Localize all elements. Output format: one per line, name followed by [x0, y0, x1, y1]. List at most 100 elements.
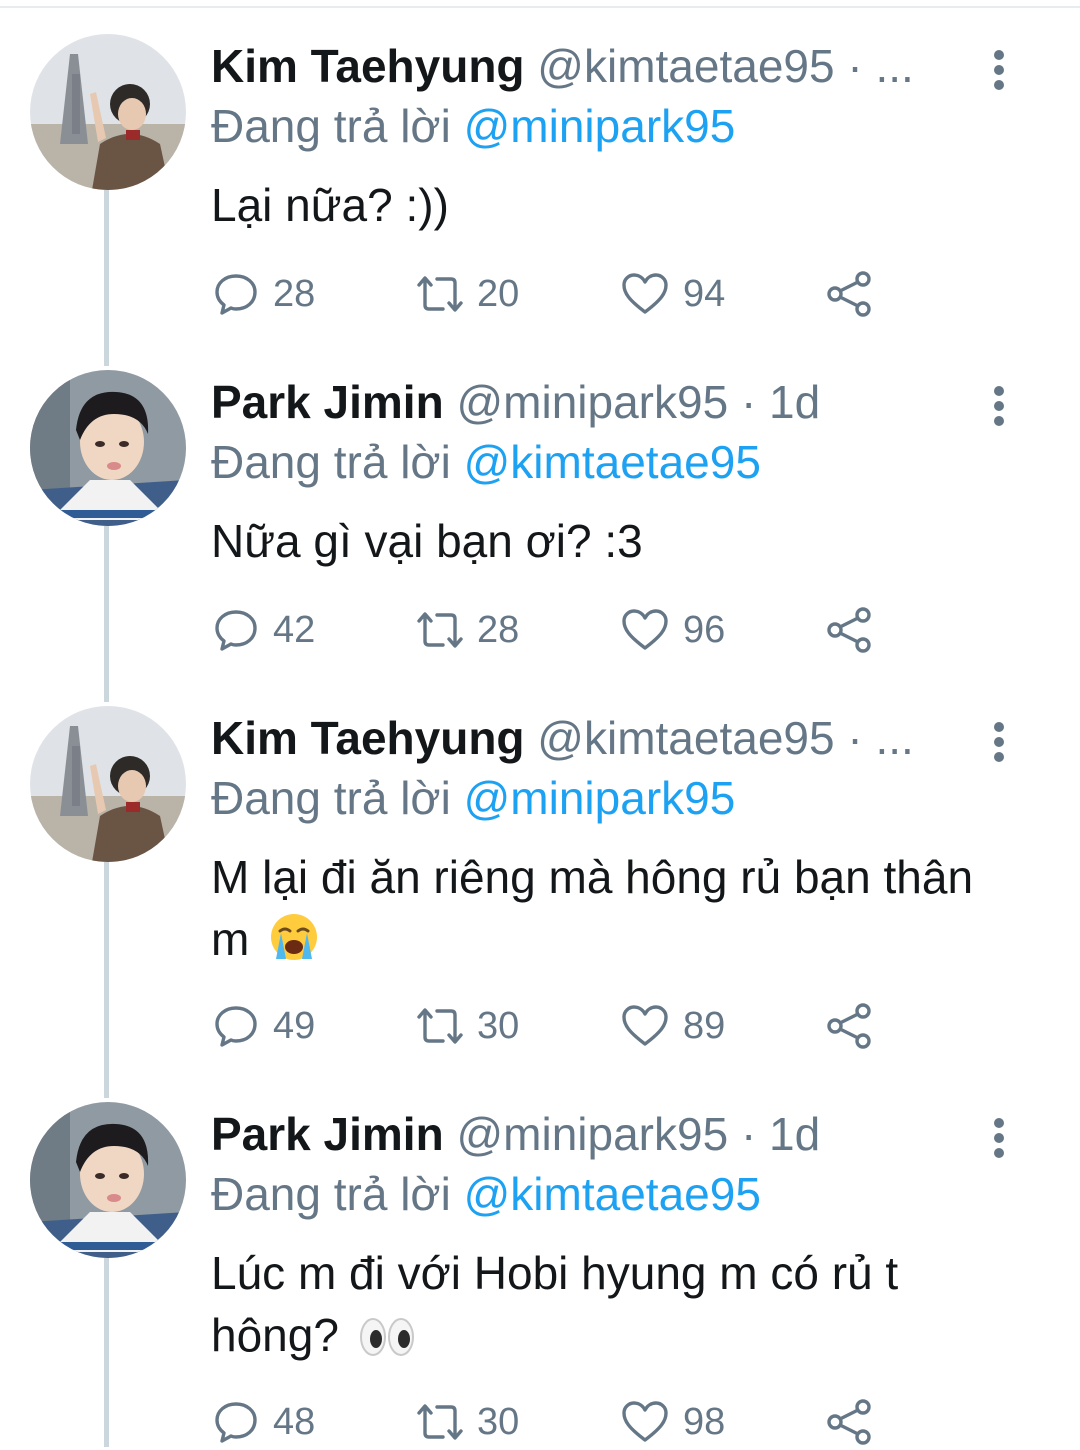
heart-icon	[622, 1005, 668, 1046]
heart-icon	[622, 273, 668, 314]
author-handle[interactable]: @minipark95	[456, 376, 728, 428]
replying-to-label: Đang trả lời	[211, 436, 451, 488]
tweet[interactable]: Park Jimin @minipark95 · 1d Đang trả lời…	[0, 370, 1080, 690]
tweet-actions: 28 20 94	[211, 266, 911, 322]
reply-mention-link[interactable]: @kimtaetae95	[464, 1168, 761, 1220]
avatar[interactable]	[30, 370, 186, 526]
reply-button[interactable]: 49	[213, 998, 315, 1054]
tweet-text-content: Lúc m đi với Hobi hyung m có rủ t hông?	[211, 1247, 899, 1361]
tweet[interactable]: Kim Taehyung @kimtaetae95 · ... Đang trả…	[0, 706, 1080, 1086]
separator-dot: ·	[740, 376, 757, 428]
timestamp[interactable]: 1d	[769, 1108, 820, 1160]
share-button[interactable]	[825, 602, 875, 658]
retweet-count: 30	[477, 1400, 520, 1443]
author-name[interactable]: Kim Taehyung	[211, 40, 525, 92]
replying-to: Đang trả lời @kimtaetae95	[211, 1166, 761, 1222]
avatar[interactable]	[30, 706, 186, 862]
like-button[interactable]: 96	[621, 602, 725, 658]
retweet-button[interactable]: 30	[413, 998, 519, 1054]
reply-button[interactable]: 48	[213, 1394, 315, 1450]
tweet-actions: 48 30 98	[211, 1394, 911, 1450]
tweet-text-content: Lại nữa? :))	[211, 179, 449, 231]
like-count: 89	[683, 1004, 726, 1047]
more-options-icon[interactable]	[984, 378, 1014, 434]
reply-mention-link[interactable]: @minipark95	[464, 100, 736, 152]
loudly-crying-face-icon	[268, 911, 320, 978]
reply-icon	[215, 1402, 257, 1443]
tweet-header: Park Jimin @minipark95 · 1d	[211, 374, 951, 430]
reply-count: 48	[273, 1400, 316, 1443]
author-handle[interactable]: @minipark95	[456, 1108, 728, 1160]
tweet-text: M lại đi ăn riêng mà hông rủ bạn thân m	[211, 846, 991, 978]
tweet-text-content: Nữa gì vại bạn ơi? :3	[211, 515, 643, 567]
top-divider	[0, 6, 1080, 8]
reply-mention-link[interactable]: @minipark95	[464, 772, 736, 824]
more-options-icon[interactable]	[984, 714, 1014, 770]
share-icon	[827, 1399, 871, 1445]
reply-count: 42	[273, 608, 316, 651]
like-button[interactable]: 94	[621, 266, 725, 322]
tweet[interactable]: Kim Taehyung @kimtaetae95 · ... Đang trả…	[0, 34, 1080, 354]
reply-button[interactable]: 42	[213, 602, 315, 658]
timestamp[interactable]: 1d	[769, 376, 820, 428]
separator-dot: ·	[740, 1108, 757, 1160]
timestamp[interactable]: ...	[875, 40, 913, 92]
eyes-icon	[358, 1312, 416, 1374]
timestamp[interactable]: ...	[875, 712, 913, 764]
reply-icon	[215, 1006, 257, 1047]
separator-dot: ·	[847, 712, 863, 764]
retweet-icon	[417, 1404, 463, 1440]
tweet-text: Lại nữa? :))	[211, 174, 991, 236]
separator-dot: ·	[847, 40, 863, 92]
avatar[interactable]	[30, 1102, 186, 1258]
tweet-header: Kim Taehyung @kimtaetae95 · ...	[211, 38, 951, 94]
retweet-count: 28	[477, 608, 520, 651]
like-count: 98	[683, 1400, 726, 1443]
tweet-header: Kim Taehyung @kimtaetae95 · ...	[211, 710, 951, 766]
avatar-taehyung-icon	[30, 706, 186, 862]
tweet-text: Nữa gì vại bạn ơi? :3	[211, 510, 991, 572]
tweet-actions: 49 30 89	[211, 998, 911, 1054]
author-name[interactable]: Kim Taehyung	[211, 712, 525, 764]
avatar-taehyung-icon	[30, 34, 186, 190]
author-handle[interactable]: @kimtaetae95	[537, 40, 834, 92]
replying-to-label: Đang trả lời	[211, 772, 451, 824]
author-name[interactable]: Park Jimin	[211, 376, 444, 428]
author-name[interactable]: Park Jimin	[211, 1108, 444, 1160]
replying-to-label: Đang trả lời	[211, 1168, 451, 1220]
reply-mention-link[interactable]: @kimtaetae95	[464, 436, 761, 488]
retweet-button[interactable]: 30	[413, 1394, 519, 1450]
tweet-header: Park Jimin @minipark95 · 1d	[211, 1106, 951, 1162]
share-icon	[827, 607, 871, 653]
reply-icon	[215, 274, 257, 315]
replying-to: Đang trả lời @minipark95	[211, 770, 735, 826]
share-button[interactable]	[825, 266, 875, 322]
like-count: 94	[683, 272, 726, 315]
replying-to-label: Đang trả lời	[211, 100, 451, 152]
replying-to: Đang trả lời @kimtaetae95	[211, 434, 761, 490]
share-icon	[827, 1003, 871, 1049]
like-count: 96	[683, 608, 726, 651]
retweet-icon	[417, 276, 463, 312]
reply-count: 28	[273, 272, 316, 315]
share-button[interactable]	[825, 1394, 875, 1450]
more-options-icon[interactable]	[984, 42, 1014, 98]
avatar-jimin-icon	[30, 1102, 186, 1258]
share-button[interactable]	[825, 998, 875, 1054]
retweet-count: 30	[477, 1004, 520, 1047]
retweet-button[interactable]: 20	[413, 266, 519, 322]
tweet[interactable]: Park Jimin @minipark95 · 1d Đang trả lời…	[0, 1102, 1080, 1447]
heart-icon	[622, 1401, 668, 1442]
retweet-button[interactable]: 28	[413, 602, 519, 658]
author-handle[interactable]: @kimtaetae95	[537, 712, 834, 764]
avatar-jimin-icon	[30, 370, 186, 526]
replying-to: Đang trả lời @minipark95	[211, 98, 735, 154]
like-button[interactable]: 98	[621, 1394, 725, 1450]
reply-button[interactable]: 28	[213, 266, 315, 322]
more-options-icon[interactable]	[984, 1110, 1014, 1166]
tweet-text-content: M lại đi ăn riêng mà hông rủ bạn thân m	[211, 851, 974, 965]
like-button[interactable]: 89	[621, 998, 725, 1054]
avatar[interactable]	[30, 34, 186, 190]
tweet-actions: 42 28 96	[211, 602, 911, 658]
retweet-count: 20	[477, 272, 520, 315]
